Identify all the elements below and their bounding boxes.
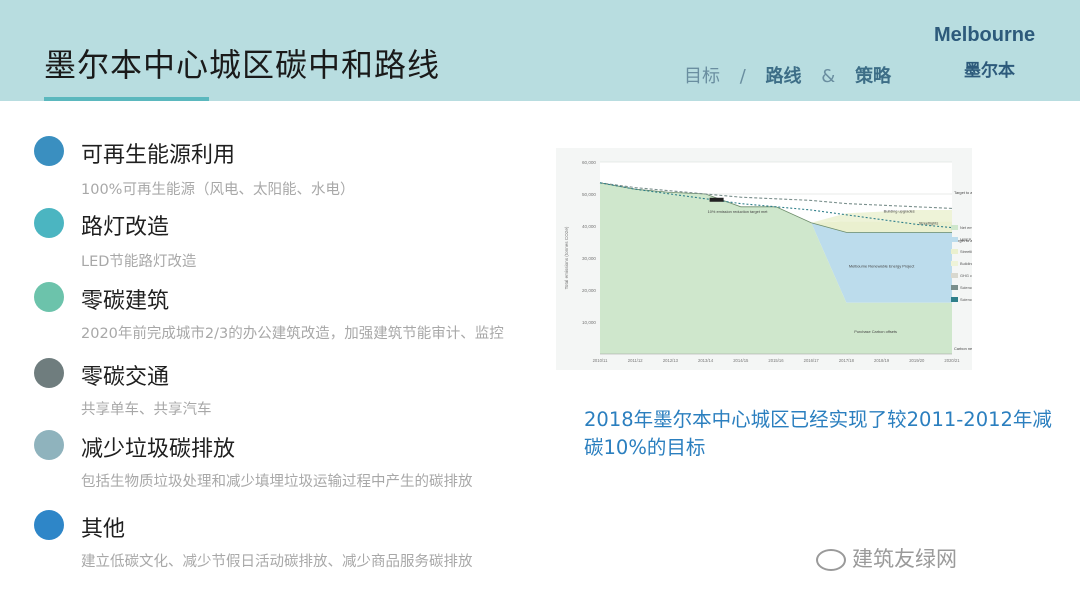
legend-label: Net emissions (offset) bbox=[960, 225, 972, 230]
legend-label: Building upgrades bbox=[960, 261, 972, 266]
emissions-chart-svg: 60,000 50,000 40,000 30,000 20,000 10,000 Tota… bbox=[564, 160, 972, 363]
x-tick-label: 2019/20 bbox=[909, 358, 925, 363]
legend-swatch bbox=[951, 225, 958, 230]
legend-label: Science based target (2°C) bbox=[960, 285, 972, 290]
annotation-streetlights: Streetlights bbox=[919, 220, 939, 225]
title-underline bbox=[44, 97, 209, 101]
legend-label: MREP bbox=[960, 237, 972, 242]
wechat-icon bbox=[816, 549, 846, 571]
x-tick-label: 2015/16 bbox=[768, 358, 784, 363]
legend-swatch bbox=[951, 237, 958, 242]
bullet-dot-icon bbox=[34, 136, 64, 166]
item-title: 路灯改造 bbox=[81, 215, 170, 240]
y-tick-label: 50,000 bbox=[582, 192, 596, 197]
annotation-mrep: Melbourne Renewable Energy Project bbox=[849, 264, 915, 269]
bullet-dot-icon bbox=[34, 430, 64, 460]
page-title: 墨尔本中心城区碳中和路线 bbox=[44, 46, 441, 84]
reduction-marker bbox=[709, 197, 724, 202]
item-title: 可再生能源利用 bbox=[81, 143, 236, 168]
item-title: 减少垃圾碳排放 bbox=[81, 437, 236, 462]
chart-caption: 2018年墨尔本中心城区已经实现了较2011-2012年减碳10%的目标 bbox=[584, 408, 1052, 459]
y-axis-label: Total emissions (tonnes CO2e) bbox=[564, 226, 569, 289]
item-desc: 100%可再生能源（风电、太阳能、水电） bbox=[81, 182, 355, 198]
annotation-offsets: Purchase Carbon offsets bbox=[854, 329, 897, 334]
bullet-dot-icon bbox=[34, 510, 64, 540]
y-tick-label: 20,000 bbox=[582, 288, 596, 293]
legend-swatch bbox=[951, 285, 958, 290]
item-desc: 建立低碳文化、减少节假日活动碳排放、减少商品服务碳排放 bbox=[81, 554, 473, 570]
x-tick-label: 2020/21 bbox=[944, 358, 960, 363]
legend-swatch bbox=[951, 297, 958, 302]
annotation-reduction: 10% emission reduction target met bbox=[708, 209, 769, 214]
annotation-target-2c: Target to avoid 2 degree C rise in globa… bbox=[954, 190, 972, 195]
item-title: 零碳建筑 bbox=[81, 289, 170, 314]
nav-route[interactable]: 路线 bbox=[766, 66, 802, 87]
y-tick-label: 40,000 bbox=[582, 224, 596, 229]
item-title: 零碳交通 bbox=[81, 365, 170, 390]
brand-logo-en: Melbourne bbox=[934, 24, 1036, 46]
item-desc: 共享单车、共享汽车 bbox=[81, 402, 212, 418]
item-desc: LED节能路灯改造 bbox=[81, 254, 197, 270]
annotation-building-upgrades: Building upgrades bbox=[884, 209, 915, 214]
x-tick-label: 2018/19 bbox=[874, 358, 890, 363]
nav-ampersand: & bbox=[821, 66, 836, 87]
emissions-chart: 60,000 50,000 40,000 30,000 20,000 10,000 Tota… bbox=[556, 148, 972, 370]
watermark-text: 建筑友绿网 bbox=[852, 547, 957, 571]
nav-strategy[interactable]: 策略 bbox=[855, 66, 891, 87]
x-tick-label: 2011/12 bbox=[628, 358, 643, 363]
brand-logo-cn: 墨尔本 bbox=[964, 61, 1015, 81]
bullet-dot-icon bbox=[34, 208, 64, 238]
bullet-dot-icon bbox=[34, 282, 64, 312]
legend-swatch bbox=[951, 249, 958, 254]
nav-separator: / bbox=[739, 66, 746, 87]
legend-label: Science based target (1.5°C) met bbox=[960, 297, 972, 302]
section-nav: 目标 / 路线 & 策略 bbox=[684, 62, 905, 88]
y-tick-label: 30,000 bbox=[582, 256, 596, 261]
bullet-dot-icon bbox=[34, 358, 64, 388]
legend-label: Streetlights bbox=[960, 249, 972, 254]
y-tick-label: 10,000 bbox=[582, 320, 596, 325]
x-tick-label: 2014/15 bbox=[733, 358, 749, 363]
x-tick-label: 2013/14 bbox=[698, 358, 714, 363]
x-tick-label: 2012/13 bbox=[663, 358, 679, 363]
y-tick-label: 60,000 bbox=[582, 160, 596, 165]
item-desc: 包括生物质垃圾处理和减少填埋垃圾运输过程中产生的碳排放 bbox=[81, 474, 473, 490]
annotation-carbon-neutral: Carbon neutral target bbox=[954, 346, 972, 351]
nav-goal[interactable]: 目标 bbox=[684, 66, 720, 87]
x-tick-label: 2016/17 bbox=[804, 358, 820, 363]
legend-label: GHG carbon neutrality bbox=[960, 273, 972, 278]
x-tick-label: 2010/11 bbox=[593, 358, 608, 363]
watermark: 建筑友绿网 bbox=[816, 543, 957, 573]
legend-swatch bbox=[951, 273, 958, 278]
x-tick-label: 2017/18 bbox=[839, 358, 855, 363]
legend-swatch bbox=[951, 261, 958, 266]
item-title: 其他 bbox=[81, 517, 126, 542]
item-desc: 2020年前完成城市2/3的办公建筑改造，加强建筑节能审计、监控 bbox=[81, 326, 504, 342]
